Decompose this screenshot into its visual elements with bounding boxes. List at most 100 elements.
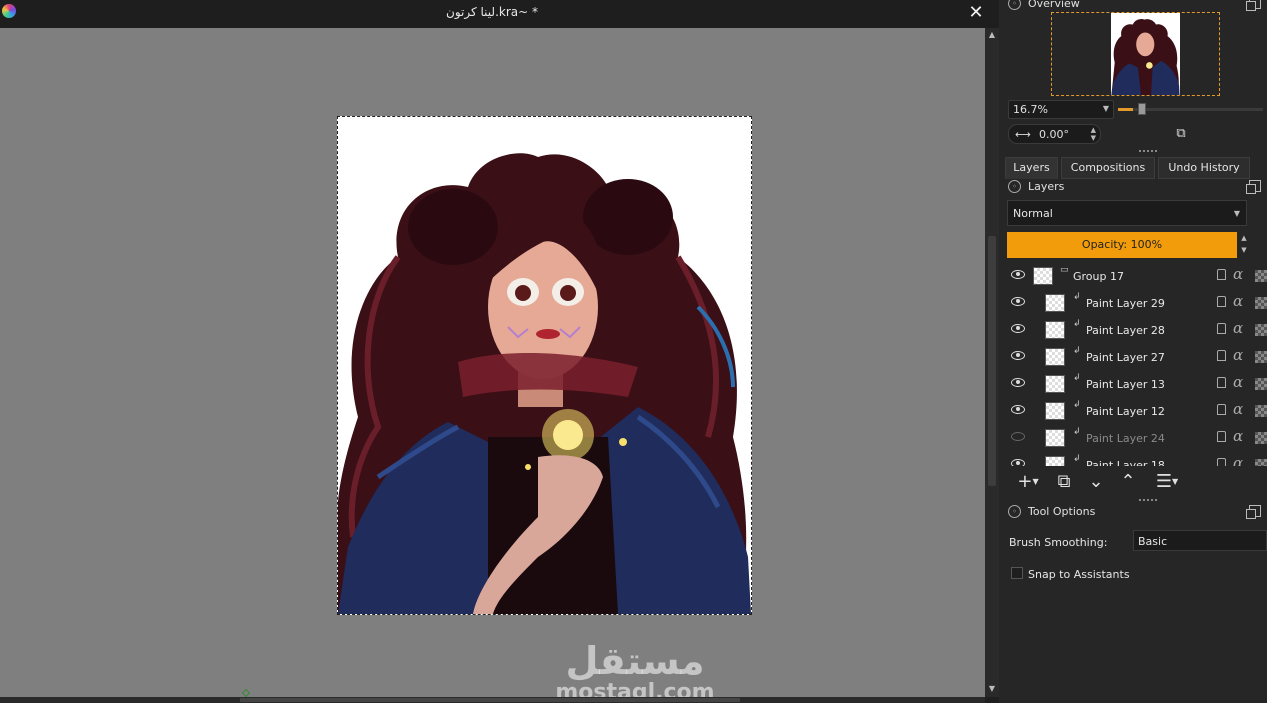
layer-lock-icon[interactable] [1217,269,1226,280]
visibility-eye-icon[interactable] [1011,432,1025,441]
overview-viewport[interactable] [1051,12,1220,96]
vertical-scroll-thumb[interactable] [988,236,996,486]
tab-compositions[interactable]: Compositions [1061,157,1155,179]
resize-grip[interactable] [1139,150,1157,153]
alpha-lock-icon[interactable]: α [1233,400,1243,418]
dock-lock-icon[interactable]: ◦ [1008,180,1021,193]
layer-lock-icon[interactable] [1217,458,1226,466]
alpha-lock-icon[interactable]: α [1233,454,1243,466]
layer-name: Paint Layer 18 [1086,459,1165,466]
visibility-eye-icon[interactable] [1011,324,1025,333]
assistant-marker-icon[interactable] [241,688,251,698]
snap-to-assistants-checkbox[interactable] [1011,567,1023,579]
canvas-area[interactable]: مستقل mostaql.com [0,28,985,703]
alpha-lock-icon[interactable]: α [1233,292,1243,310]
opacity-spin-arrows-icon[interactable]: ▲ ▼ [1238,232,1250,258]
vertical-scrollbar[interactable]: ▲ ▼ [985,28,999,697]
float-panel-icon[interactable] [1246,505,1261,519]
layers-header: ◦ Layers [1005,178,1267,196]
horizontal-scroll-thumb[interactable] [240,698,740,702]
chevron-down-icon: ⌄ [1088,471,1104,492]
rotate-icon: ⟷ [1015,128,1031,141]
watermark-arabic: مستقل [565,639,705,683]
layer-thumbnail [1045,402,1065,420]
layer-lock-icon[interactable] [1217,431,1226,442]
inherit-alpha-icon[interactable] [1255,432,1267,444]
visibility-eye-icon[interactable] [1011,297,1025,306]
layer-thumbnail [1045,348,1065,366]
tool-options-title: Tool Options [1028,505,1096,518]
move-layer-down-button[interactable]: ⌄ [1085,471,1107,493]
layer-row[interactable]: ↲ Paint Layer 27 α [1005,344,1267,371]
inherit-alpha-icon[interactable] [1255,378,1267,390]
layer-row[interactable]: ↲ Paint Layer 29 α [1005,290,1267,317]
horizontal-scrollbar[interactable] [0,697,985,703]
opacity-slider[interactable]: Opacity: 100% [1007,232,1237,258]
layer-list[interactable]: ▭ Group 17 α ↲ Paint Layer 29 α ↲ Paint Layer 2… [1005,263,1267,466]
tab-layers[interactable]: Layers [1005,157,1058,179]
visibility-eye-icon[interactable] [1011,378,1025,387]
layer-row[interactable]: ↲ Paint Layer 24 α [1005,425,1267,452]
zoom-field[interactable]: 16.7% ▼ [1008,100,1114,119]
duplicate-layer-button[interactable]: ⧉ [1053,471,1075,493]
layer-row[interactable]: ↲ Paint Layer 13 α [1005,371,1267,398]
layer-row[interactable]: ↲ Paint Layer 12 α [1005,398,1267,425]
close-document-button[interactable]: ✕ [966,3,986,23]
alpha-lock-icon[interactable]: α [1233,265,1243,283]
inherit-alpha-icon[interactable] [1255,297,1267,309]
zoom-slider[interactable] [1118,103,1263,115]
inherit-alpha-icon[interactable] [1255,459,1267,466]
inherit-alpha-icon[interactable] [1255,405,1267,417]
move-layer-up-button[interactable]: ⌃ [1117,471,1139,493]
plus-icon: + [1017,471,1033,492]
layer-lock-icon[interactable] [1217,377,1226,388]
inherit-alpha-icon[interactable] [1255,324,1267,336]
chevron-down-icon: ▼ [1171,477,1179,486]
layer-properties-button[interactable]: ☰▼ [1149,471,1185,493]
dock-lock-icon[interactable]: ◦ [1008,0,1021,10]
layer-thumbnail [1045,321,1065,339]
add-layer-button[interactable]: +▼ [1011,471,1045,493]
scroll-up-icon[interactable]: ▲ [987,30,997,40]
visibility-eye-icon[interactable] [1011,459,1025,466]
sliders-icon: ☰ [1155,471,1172,492]
alpha-lock-icon[interactable]: α [1233,319,1243,337]
layer-row[interactable]: ▭ Group 17 α [1005,263,1267,290]
zoom-slider-fill [1118,108,1133,111]
layer-row[interactable]: ↲ Paint Layer 28 α [1005,317,1267,344]
layer-name: Paint Layer 12 [1086,405,1165,418]
rotation-field[interactable]: ⟷ 0.00° ▲ ▼ [1008,124,1101,144]
layer-lock-icon[interactable] [1217,296,1226,307]
visibility-eye-icon[interactable] [1011,351,1025,360]
layer-thumbnail [1045,456,1065,466]
alpha-lock-icon[interactable]: α [1233,427,1243,445]
alpha-lock-icon[interactable]: α [1233,373,1243,391]
resize-grip[interactable] [1139,499,1157,502]
tab-undo-history[interactable]: Undo History [1158,157,1250,179]
dock-lock-icon[interactable]: ◦ [1008,505,1021,518]
artwork-canvas[interactable] [337,116,752,615]
zoom-slider-handle[interactable] [1138,103,1146,115]
inherit-alpha-icon[interactable] [1255,270,1267,282]
layer-lock-icon[interactable] [1217,323,1226,334]
scroll-down-icon[interactable]: ▼ [987,684,997,694]
float-panel-icon[interactable] [1246,0,1261,11]
rotation-value: 0.00° [1039,128,1069,141]
layer-row[interactable]: ↲ Paint Layer 18 α [1005,452,1267,466]
mirror-view-button[interactable]: ⧉ [1173,126,1189,142]
visibility-eye-icon[interactable] [1011,270,1025,279]
inherit-alpha-icon[interactable] [1255,351,1267,363]
alpha-lock-icon[interactable]: α [1233,346,1243,364]
visibility-eye-icon[interactable] [1011,405,1025,414]
float-panel-icon[interactable] [1246,180,1261,194]
layer-name: Group 17 [1073,270,1124,283]
layer-lock-icon[interactable] [1217,350,1226,361]
title-bar: لینا کرتون.kra~ * ✕ [0,0,1000,28]
layer-name: Paint Layer 13 [1086,378,1165,391]
overview-thumbnail[interactable] [1111,13,1180,95]
spin-arrows-icon[interactable]: ▲ ▼ [1091,126,1096,142]
brush-smoothing-select[interactable]: Basic [1133,530,1267,551]
layer-lock-icon[interactable] [1217,404,1226,415]
blend-mode-select[interactable]: Normal ▼ [1007,200,1247,226]
layer-name: Paint Layer 24 [1086,432,1165,445]
